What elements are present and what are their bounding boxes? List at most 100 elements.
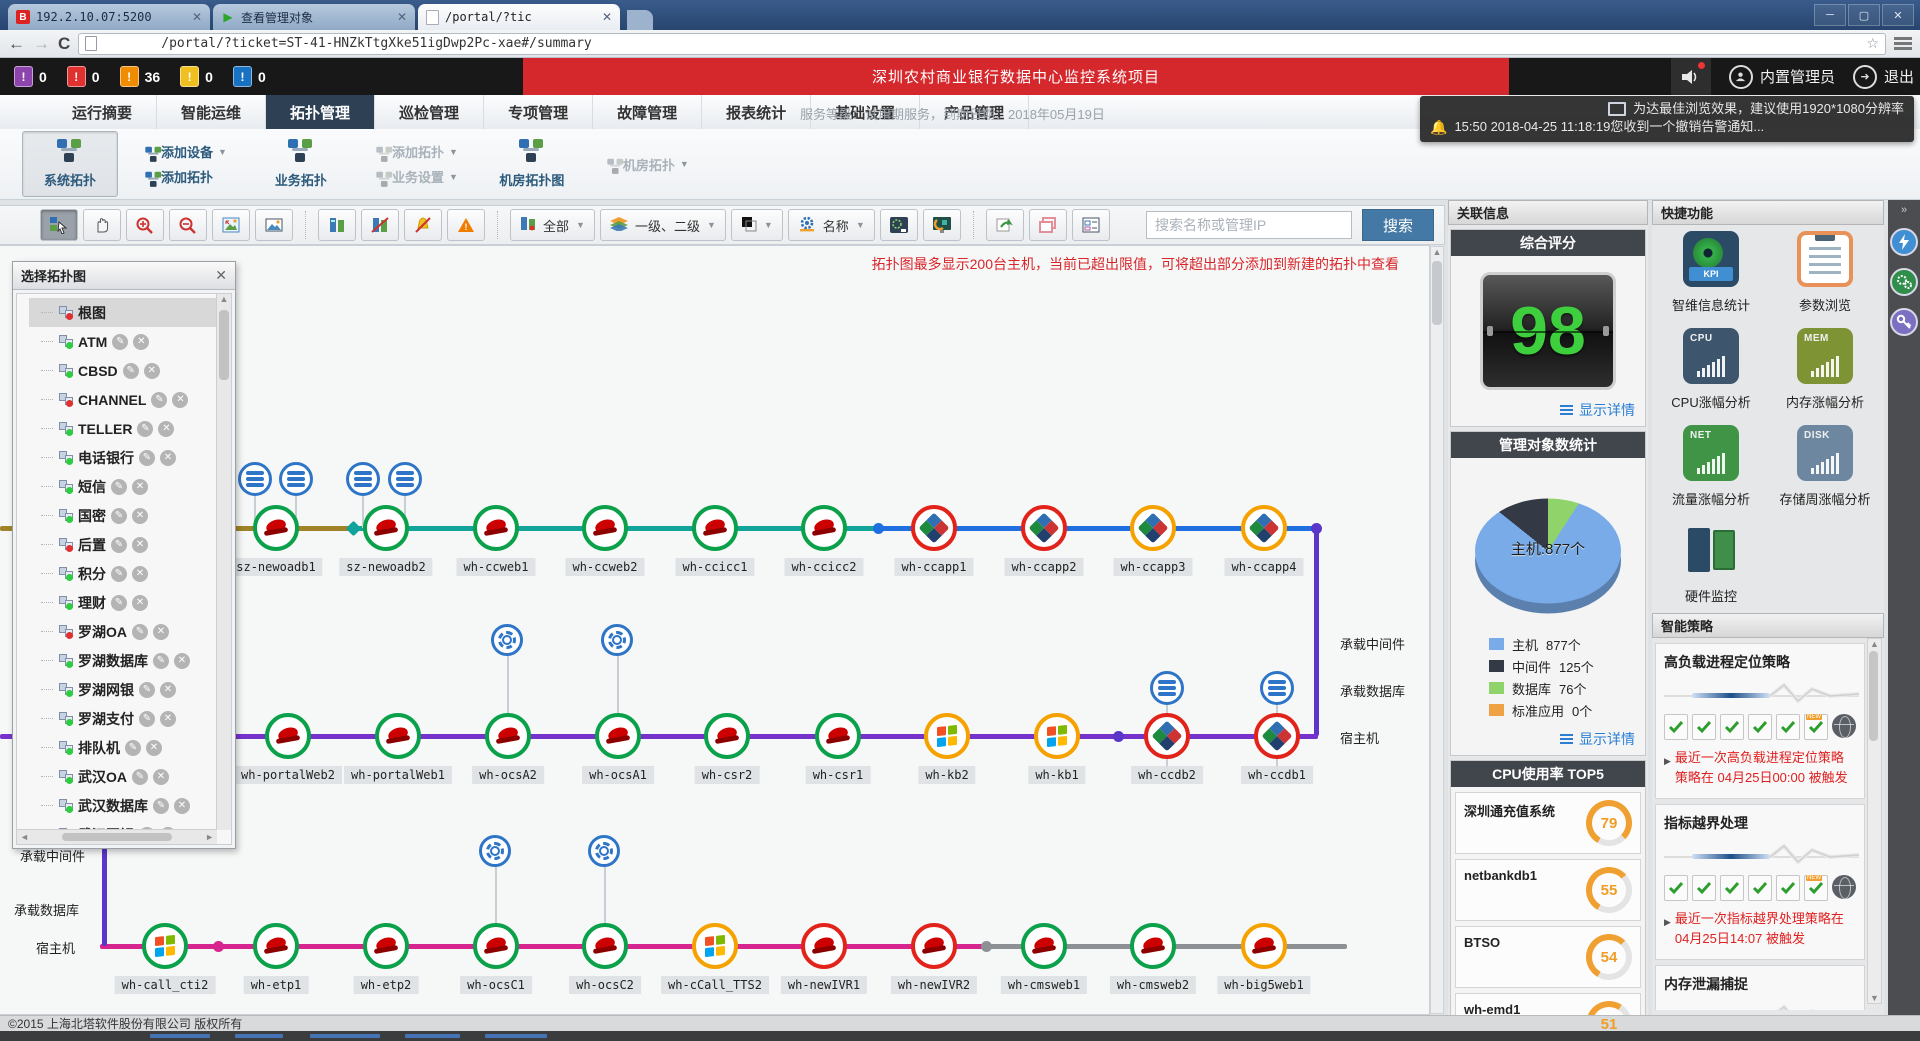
snapshot-button[interactable] bbox=[255, 209, 293, 241]
tree-item-国密[interactable]: 国密✎✕ bbox=[29, 501, 217, 530]
edit-icon[interactable]: ✎ bbox=[111, 537, 127, 553]
edit-icon[interactable]: ✎ bbox=[132, 769, 148, 785]
cpu-top5-row[interactable]: BTSO54 bbox=[1455, 926, 1641, 988]
address-bar[interactable]: /portal/?ticket=ST-41-HNZkTtgXke51igDwp2… bbox=[78, 33, 1886, 55]
delete-icon[interactable]: ✕ bbox=[160, 711, 176, 727]
quick-function-参数浏览[interactable]: 参数浏览 bbox=[1768, 231, 1882, 314]
select-tool-button[interactable] bbox=[40, 209, 78, 241]
back-button[interactable]: ← bbox=[8, 35, 25, 52]
host-node-wh-kb2[interactable] bbox=[924, 713, 970, 759]
notification-toast[interactable]: 为达最佳浏览效果，建议使用1920*1080分辨率 🔔 15:50 2018-0… bbox=[1420, 96, 1914, 142]
database-icon[interactable] bbox=[388, 462, 422, 496]
tree-item-积分[interactable]: 积分✎✕ bbox=[29, 559, 217, 588]
service-gear-icon[interactable] bbox=[491, 624, 523, 656]
check-icon[interactable] bbox=[1664, 714, 1688, 740]
delete-icon[interactable]: ✕ bbox=[160, 682, 176, 698]
check-icon[interactable] bbox=[1720, 714, 1744, 740]
host-node-wh-ccdb2[interactable] bbox=[1144, 713, 1190, 759]
tree-item-武汉OA[interactable]: 武汉OA✎✕ bbox=[29, 762, 217, 791]
zoom-out-button[interactable] bbox=[169, 209, 207, 241]
host-node-wh-newIVR2[interactable] bbox=[911, 923, 957, 969]
database-icon[interactable] bbox=[1150, 671, 1184, 705]
tree-item-电话银行[interactable]: 电话银行✎✕ bbox=[29, 443, 217, 472]
host-node-wh-etp2[interactable] bbox=[363, 923, 409, 969]
host-node-wh-ccicc1[interactable] bbox=[692, 505, 738, 551]
check-icon[interactable] bbox=[1720, 875, 1744, 901]
settings-gears-icon[interactable] bbox=[1890, 268, 1918, 296]
database-icon[interactable] bbox=[279, 462, 313, 496]
edit-icon[interactable]: ✎ bbox=[139, 682, 155, 698]
host-node-wh-ccdb1[interactable] bbox=[1254, 713, 1300, 759]
alarm-filter-button[interactable]: ! bbox=[447, 209, 485, 241]
host-node-wh-cmsweb1[interactable] bbox=[1021, 923, 1067, 969]
host-node-wh-csr2[interactable] bbox=[704, 713, 750, 759]
export-image-button[interactable] bbox=[986, 209, 1024, 241]
tab-close-icon[interactable]: ✕ bbox=[397, 10, 407, 24]
database-icon[interactable] bbox=[346, 462, 380, 496]
service-gear-icon[interactable] bbox=[588, 835, 620, 867]
delete-icon[interactable]: ✕ bbox=[132, 595, 148, 611]
quick-action-lightning-icon[interactable] bbox=[1890, 228, 1918, 256]
check-icon[interactable]: NEW bbox=[1804, 875, 1828, 901]
edit-icon[interactable]: ✎ bbox=[111, 566, 127, 582]
delete-icon[interactable]: ✕ bbox=[133, 334, 149, 350]
delete-icon[interactable]: ✕ bbox=[132, 508, 148, 524]
tree-item-武汉数据库[interactable]: 武汉数据库✎✕ bbox=[29, 791, 217, 820]
badge-red-alert[interactable]: !0 bbox=[67, 66, 100, 87]
browser-tab-1[interactable]: ▶查看管理对象✕ bbox=[213, 4, 415, 30]
nav-tab-6[interactable]: 报表统计 bbox=[702, 95, 811, 129]
check-icon[interactable] bbox=[1692, 875, 1716, 901]
nav-tab-1[interactable]: 智能运维 bbox=[157, 95, 266, 129]
host-node-wh-ccweb1[interactable] bbox=[473, 505, 519, 551]
database-icon[interactable] bbox=[1260, 671, 1294, 705]
ribbon-button-机房拓扑图[interactable]: 机房拓扑图 bbox=[484, 131, 580, 197]
edit-icon[interactable]: ✎ bbox=[139, 711, 155, 727]
globe-icon[interactable] bbox=[1832, 875, 1856, 899]
quick-function-智维信息统计[interactable]: KPI智维信息统计 bbox=[1654, 231, 1768, 314]
maximize-button[interactable]: ▢ bbox=[1848, 4, 1880, 26]
topology-canvas[interactable]: 拓扑图最多显示200台主机，当前已超出限值，可将超出部分添加到新建的拓扑中查看 … bbox=[0, 245, 1430, 1015]
hide-alarm-button[interactable] bbox=[404, 209, 442, 241]
host-node-wh-kb1[interactable] bbox=[1034, 713, 1080, 759]
host-node-sz-newoadb2[interactable] bbox=[363, 505, 409, 551]
ribbon-item-添加拓扑[interactable]: 添加拓扑 bbox=[144, 167, 227, 186]
detail-list-button[interactable] bbox=[1072, 209, 1110, 241]
service-gear-icon[interactable] bbox=[479, 835, 511, 867]
edit-icon[interactable]: ✎ bbox=[111, 479, 127, 495]
host-node-sz-newoadb1[interactable] bbox=[253, 505, 299, 551]
ribbon-button-业务拓扑[interactable]: 业务拓扑 bbox=[253, 131, 349, 197]
tree-item-TELLER[interactable]: TELLER✎✕ bbox=[29, 414, 217, 443]
badge-yellow-alert[interactable]: !0 bbox=[180, 66, 213, 87]
delete-icon[interactable]: ✕ bbox=[174, 798, 190, 814]
tree-vertical-scrollbar[interactable]: ▲ bbox=[216, 294, 231, 830]
edit-icon[interactable]: ✎ bbox=[125, 740, 141, 756]
delete-icon[interactable]: ✕ bbox=[153, 624, 169, 640]
host-node-wh-cmsweb2[interactable] bbox=[1130, 923, 1176, 969]
search-button[interactable]: 搜索 bbox=[1362, 209, 1434, 241]
browser-menu-icon[interactable] bbox=[1894, 37, 1912, 51]
badge-blue-alert[interactable]: !0 bbox=[233, 66, 266, 87]
database-icon[interactable] bbox=[238, 462, 272, 496]
ribbon-button-系统拓扑[interactable]: 系统拓扑 bbox=[22, 131, 118, 197]
host-node-wh-newIVR1[interactable] bbox=[801, 923, 847, 969]
tree-item-CBSD[interactable]: CBSD✎✕ bbox=[29, 356, 217, 385]
nav-tab-5[interactable]: 故障管理 bbox=[593, 95, 702, 129]
tree-close-icon[interactable]: ✕ bbox=[215, 267, 227, 284]
tab-close-icon[interactable]: ✕ bbox=[192, 10, 202, 24]
objects-detail-link[interactable]: 显示详情 bbox=[1451, 723, 1645, 755]
check-icon[interactable]: NEW bbox=[1804, 714, 1828, 740]
tree-item-后置[interactable]: 后置✎✕ bbox=[29, 530, 217, 559]
quick-function-流量涨幅分析[interactable]: NET流量涨幅分析 bbox=[1654, 425, 1768, 508]
badge-orange-alert[interactable]: !36 bbox=[120, 66, 161, 87]
cpu-top5-row[interactable]: 深圳通充值系统79 bbox=[1455, 792, 1641, 854]
quick-function-内存涨幅分析[interactable]: MEM内存涨幅分析 bbox=[1768, 328, 1882, 411]
layers-dropdown[interactable]: 一级、二级▼ bbox=[600, 209, 726, 241]
host-node-wh-ccapp4[interactable] bbox=[1241, 505, 1287, 551]
ribbon-item-添加设备[interactable]: 添加设备▼ bbox=[144, 142, 227, 161]
tree-item-CHANNEL[interactable]: CHANNEL✎✕ bbox=[29, 385, 217, 414]
delete-icon[interactable]: ✕ bbox=[132, 566, 148, 582]
host-node-wh-csr1[interactable] bbox=[815, 713, 861, 759]
edit-icon[interactable]: ✎ bbox=[111, 508, 127, 524]
tree-item-根图[interactable]: 根图 bbox=[29, 298, 217, 327]
check-icon[interactable] bbox=[1748, 875, 1772, 901]
